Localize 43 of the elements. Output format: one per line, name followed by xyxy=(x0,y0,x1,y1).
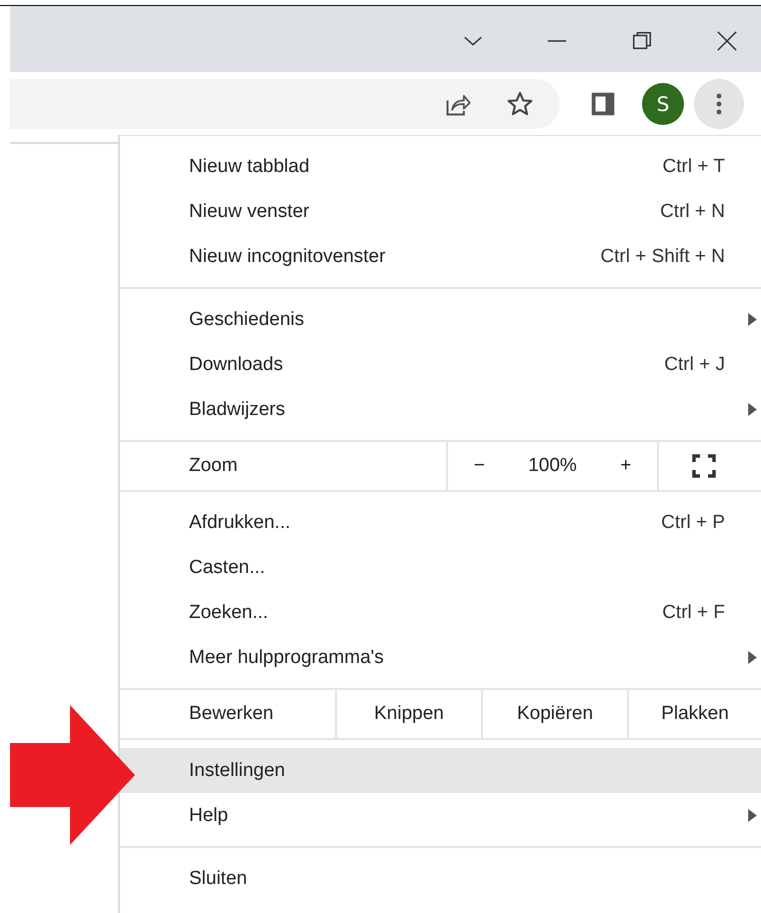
menu-item[interactable]: Nieuw incognitovenster Ctrl + Shift + N xyxy=(120,234,761,279)
close-icon[interactable] xyxy=(716,30,738,52)
shortcut-text: Ctrl + J xyxy=(664,354,725,376)
more-icon xyxy=(716,92,722,114)
zoom-level: 100% xyxy=(528,455,577,477)
shortcut-text: Ctrl + F xyxy=(662,602,725,624)
fullscreen-icon xyxy=(692,454,716,478)
menu-item-label: Sluiten xyxy=(189,868,248,890)
menu-item[interactable]: Sluiten xyxy=(120,856,761,901)
menu-item-label: Downloads xyxy=(189,354,284,376)
menu-item-label: Meer hulpprogramma's xyxy=(189,646,385,668)
shortcut-text: Ctrl + P xyxy=(661,512,725,534)
restore-icon[interactable] xyxy=(631,30,653,52)
menu-item-label: Geschiedenis xyxy=(189,308,306,330)
menu-item[interactable]: Meer hulpprogramma's xyxy=(120,635,761,680)
zoom-in-button[interactable]: + xyxy=(612,451,640,481)
menu-item[interactable]: Geschiedenis xyxy=(120,297,761,342)
menu-item-label: Afdrukken... xyxy=(189,512,292,534)
avatar[interactable]: S xyxy=(642,82,684,124)
menu-item[interactable]: Zoeken... Ctrl + F xyxy=(120,590,761,635)
menu-item-label: Nieuw venster xyxy=(189,200,310,222)
shortcut-text: Ctrl + N xyxy=(660,200,725,222)
menu-item[interactable]: Help xyxy=(120,793,761,838)
menu-item[interactable]: Bladwijzers xyxy=(120,387,761,432)
menu-item-label: Nieuw tabblad xyxy=(189,156,310,178)
menu-item[interactable]: Casten... xyxy=(120,545,761,590)
menu-item[interactable]: Nieuw tabblad Ctrl + T xyxy=(120,144,761,189)
star-icon[interactable] xyxy=(506,90,534,118)
menu-item[interactable]: Instellingen xyxy=(120,748,761,793)
menu-item[interactable]: Nieuw venster Ctrl + N xyxy=(120,189,761,234)
shortcut-text: Ctrl + T xyxy=(662,156,725,178)
menu-item-label: Casten... xyxy=(189,556,266,578)
zoom-out-button[interactable]: − xyxy=(466,451,493,481)
menu-item-label: Help xyxy=(189,804,230,826)
menu-item[interactable]: Afdrukken... Ctrl + P xyxy=(120,500,761,545)
menu-item[interactable]: Downloads Ctrl + J xyxy=(120,342,761,387)
shortcut-text: Ctrl + Shift + N xyxy=(600,246,725,268)
menu-item-label: Zoeken... xyxy=(189,602,270,624)
menu-item-label: Nieuw incognitovenster xyxy=(189,246,386,268)
zoom-label: Zoom xyxy=(188,454,239,478)
menu-item-label: Bladwijzers xyxy=(189,398,286,420)
menu-button[interactable] xyxy=(694,78,744,128)
menu-item-label: Instellingen xyxy=(189,760,286,782)
